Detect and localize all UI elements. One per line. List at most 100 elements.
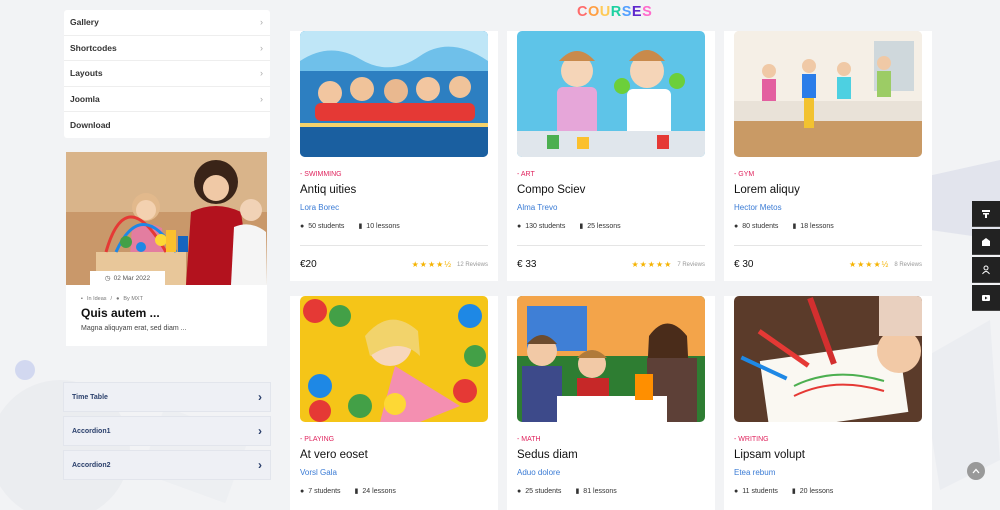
menu-item-label: Shortcodes xyxy=(70,42,117,53)
course-category[interactable]: - WRITING xyxy=(734,436,769,443)
course-teacher[interactable]: Aduo dolore xyxy=(517,468,560,477)
course-teacher[interactable]: Vorsl Gala xyxy=(300,468,337,477)
clock-icon: ◷ xyxy=(104,275,111,282)
courses-title-letter: S xyxy=(621,4,632,20)
lessons-count: 81 lessons xyxy=(583,487,617,495)
blog-date: ◷ 02 Mar 2022 xyxy=(90,271,165,285)
students-count: 25 students xyxy=(525,487,562,495)
course-title[interactable]: At vero eoset xyxy=(300,449,368,461)
user-icon[interactable] xyxy=(972,257,1000,283)
inbox-icon[interactable] xyxy=(972,229,1000,255)
lessons-stat: ▮ 10 lessons xyxy=(358,222,399,231)
course-image[interactable] xyxy=(300,31,488,157)
course-card[interactable]: - PLAYING At vero eoset Vorsl Gala ● 7 stud… xyxy=(290,296,498,510)
students-count: 130 students xyxy=(525,222,566,230)
blog-category[interactable]: In Ideas xyxy=(87,296,107,302)
course-stats: ● 50 students ▮ 10 lessons xyxy=(300,222,400,231)
menu-item-label: Layouts xyxy=(70,68,103,79)
layout-icon[interactable] xyxy=(972,201,1000,227)
folder-icon: ▪ xyxy=(81,296,83,302)
course-category[interactable]: - ART xyxy=(517,171,535,178)
course-title[interactable]: Antiq uities xyxy=(300,184,356,196)
course-title[interactable]: Lipsam volupt xyxy=(734,449,805,461)
course-category[interactable]: - MATH xyxy=(517,436,541,443)
accordion-accordion2[interactable]: Accordion2 › xyxy=(63,450,271,480)
menu-item-label: Gallery xyxy=(70,17,99,28)
blog-card[interactable]: ◷ 02 Mar 2022 ▪ In Ideas / ● By MXT Quis… xyxy=(66,152,267,346)
file-icon: ▮ xyxy=(792,223,797,230)
course-teacher[interactable]: Alma Trevo xyxy=(517,203,557,212)
course-teacher[interactable]: Lora Borec xyxy=(300,203,339,212)
course-card[interactable]: - ART Compo Sciev Alma Trevo ● 130 students… xyxy=(507,31,715,281)
video-icon[interactable] xyxy=(972,285,1000,311)
course-image[interactable] xyxy=(734,31,922,157)
courses-title-letter: O xyxy=(587,4,600,20)
lessons-count: 18 lessons xyxy=(800,222,834,230)
course-price: €20 xyxy=(300,259,317,270)
blog-image[interactable]: ◷ 02 Mar 2022 xyxy=(66,152,267,285)
courses-title-letter: S xyxy=(642,4,653,20)
accordion-accordion1[interactable]: Accordion1 › xyxy=(63,416,271,446)
students-count: 80 students xyxy=(742,222,779,230)
students-stat: ● 25 students xyxy=(517,488,561,495)
menu-item-download[interactable]: Download xyxy=(64,112,270,138)
students-stat: ● 11 students xyxy=(734,488,778,495)
file-icon: ▮ xyxy=(354,488,359,495)
blog-title[interactable]: Quis autem ... xyxy=(81,306,160,320)
students-stat: ● 80 students xyxy=(734,223,778,230)
course-category[interactable]: - GYM xyxy=(734,171,754,178)
accordion-label: Time Table xyxy=(72,393,108,401)
lessons-stat: ▮ 18 lessons xyxy=(792,222,834,231)
course-teacher[interactable]: Hector Metos xyxy=(734,203,782,212)
menu-item-gallery[interactable]: Gallery › xyxy=(64,10,270,36)
courses-title-letter: R xyxy=(610,4,622,20)
lessons-stat: ▮ 81 lessons xyxy=(575,487,617,496)
star-rating-icon: ★★★★★ xyxy=(631,260,673,269)
menu-item-layouts[interactable]: Layouts › xyxy=(64,61,270,87)
course-image[interactable] xyxy=(300,296,488,422)
course-card[interactable]: - MATH Sedus diam Aduo dolore ● 25 students… xyxy=(507,296,715,510)
reviews-count[interactable]: 7 Reviews xyxy=(677,262,705,268)
course-stats: ● 11 students ▮ 20 lessons xyxy=(734,487,834,496)
lessons-count: 20 lessons xyxy=(799,487,834,495)
menu-item-joomla[interactable]: Joomla › xyxy=(64,87,270,113)
user-icon: ● xyxy=(517,487,522,495)
course-divider xyxy=(300,245,488,246)
courses-title-letter: U xyxy=(599,4,611,20)
blog-date-text: 02 Mar 2022 xyxy=(113,274,151,282)
course-title[interactable]: Sedus diam xyxy=(517,449,578,461)
scroll-to-top-button[interactable] xyxy=(967,462,985,480)
file-icon: ▮ xyxy=(358,223,363,230)
course-card[interactable]: - WRITING Lipsam volupt Etea rebum ● 11 stu… xyxy=(724,296,932,510)
course-image[interactable] xyxy=(517,31,705,157)
chevron-right-icon: › xyxy=(260,42,263,53)
lessons-count: 25 lessons xyxy=(587,222,621,230)
user-icon: ● xyxy=(300,487,305,495)
course-teacher[interactable]: Etea rebum xyxy=(734,468,775,477)
course-image[interactable] xyxy=(734,296,922,422)
chevron-up-icon xyxy=(972,468,980,474)
menu-item-shortcodes[interactable]: Shortcodes › xyxy=(64,36,270,62)
lessons-stat: ▮ 20 lessons xyxy=(792,487,834,496)
course-price: € 30 xyxy=(734,259,754,270)
side-menu: Gallery › Shortcodes › Layouts › Joomla › Do… xyxy=(64,10,270,138)
reviews-count[interactable]: 12 Reviews xyxy=(457,262,488,268)
lessons-stat: ▮ 25 lessons xyxy=(579,222,621,231)
course-card[interactable]: - GYM Lorem aliquy Hector Metos ● 80 studen… xyxy=(724,31,932,281)
course-title[interactable]: Lorem aliquy xyxy=(734,184,800,196)
accordion-time-table[interactable]: Time Table › xyxy=(63,382,271,412)
blog-author[interactable]: By MXT xyxy=(123,296,143,302)
course-divider xyxy=(734,245,922,246)
course-category[interactable]: - SWIMMING xyxy=(300,171,342,178)
students-stat: ● 130 students xyxy=(517,223,565,230)
user-icon: ● xyxy=(517,222,522,230)
course-divider xyxy=(517,245,705,246)
user-icon: ● xyxy=(734,222,739,230)
course-image[interactable] xyxy=(517,296,705,422)
course-category[interactable]: - PLAYING xyxy=(300,436,334,443)
reviews-count[interactable]: 8 Reviews xyxy=(894,262,922,268)
accordion-label: Accordion1 xyxy=(72,427,111,435)
menu-item-label: Download xyxy=(70,120,111,131)
course-card[interactable]: - SWIMMING Antiq uities Lora Borec ● 50 stu… xyxy=(290,31,498,281)
course-title[interactable]: Compo Sciev xyxy=(517,184,585,196)
